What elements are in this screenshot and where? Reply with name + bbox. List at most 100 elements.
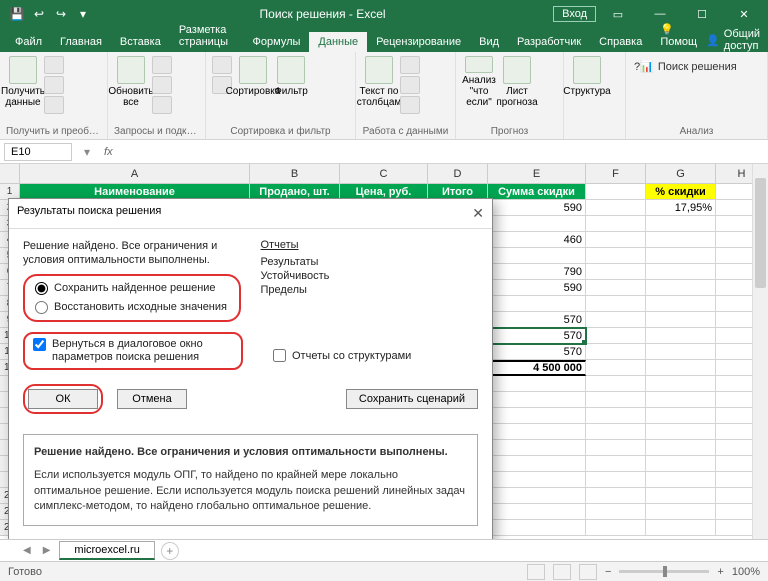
cell[interactable]: 590: [488, 280, 586, 296]
cell[interactable]: [646, 360, 716, 376]
zoom-slider[interactable]: [619, 570, 709, 573]
cell[interactable]: [488, 408, 586, 424]
cell[interactable]: [646, 248, 716, 264]
get-data-button[interactable]: Получить данные: [6, 56, 40, 108]
cell[interactable]: [586, 248, 646, 264]
view-break-icon[interactable]: [579, 564, 597, 580]
namebox-dropdown-icon[interactable]: ▾: [76, 145, 98, 159]
cell[interactable]: 570: [488, 344, 586, 360]
cell[interactable]: [646, 424, 716, 440]
flash-fill-icon[interactable]: [400, 56, 420, 74]
restore-values-radio[interactable]: [35, 301, 48, 314]
cell[interactable]: [646, 408, 716, 424]
cell[interactable]: [488, 376, 586, 392]
cell[interactable]: % скидки: [646, 184, 716, 200]
cell[interactable]: [646, 280, 716, 296]
cell[interactable]: 570: [488, 312, 586, 328]
tab-insert[interactable]: Вставка: [111, 32, 170, 52]
column-header[interactable]: G: [646, 164, 716, 184]
cell[interactable]: [586, 504, 646, 520]
tab-data[interactable]: Данные: [309, 32, 367, 52]
cell[interactable]: [646, 472, 716, 488]
from-web-icon[interactable]: [44, 76, 64, 94]
name-box[interactable]: [4, 143, 72, 161]
cell[interactable]: [586, 440, 646, 456]
cell[interactable]: [646, 504, 716, 520]
from-text-icon[interactable]: [44, 56, 64, 74]
cell[interactable]: [646, 376, 716, 392]
cell[interactable]: [586, 376, 646, 392]
close-icon[interactable]: ✕: [724, 0, 764, 28]
whatif-button[interactable]: Анализ "что если": [462, 56, 496, 108]
undo-icon[interactable]: ↩: [30, 5, 48, 23]
cell[interactable]: [586, 424, 646, 440]
view-layout-icon[interactable]: [553, 564, 571, 580]
column-header[interactable]: F: [586, 164, 646, 184]
save-icon[interactable]: 💾: [8, 5, 26, 23]
cell[interactable]: [586, 216, 646, 232]
from-table-icon[interactable]: [44, 96, 64, 114]
report-item[interactable]: Результаты: [261, 255, 479, 269]
cell[interactable]: [586, 488, 646, 504]
login-button[interactable]: Вход: [553, 6, 596, 22]
cell[interactable]: [586, 408, 646, 424]
column-header[interactable]: A: [20, 164, 250, 184]
cell[interactable]: 4 500 000: [488, 360, 586, 376]
sort-az-icon[interactable]: [212, 56, 232, 74]
text-to-columns-button[interactable]: Текст по столбцам: [362, 56, 396, 108]
cell[interactable]: [488, 424, 586, 440]
column-header[interactable]: B: [250, 164, 340, 184]
cell[interactable]: [586, 200, 646, 216]
cell[interactable]: [646, 312, 716, 328]
zoom-level[interactable]: 100%: [732, 566, 760, 578]
cell[interactable]: [488, 456, 586, 472]
redo-icon[interactable]: ↪: [52, 5, 70, 23]
tab-layout[interactable]: Разметка страницы: [170, 20, 244, 52]
select-all-corner[interactable]: [0, 164, 20, 184]
tab-view[interactable]: Вид: [470, 32, 508, 52]
cell[interactable]: [488, 248, 586, 264]
column-header[interactable]: C: [340, 164, 428, 184]
outline-reports-checkbox[interactable]: [273, 349, 286, 362]
fx-icon[interactable]: fx: [98, 146, 119, 158]
share-button[interactable]: 👤Общий доступ: [706, 28, 760, 52]
column-header[interactable]: D: [428, 164, 488, 184]
cell[interactable]: [586, 264, 646, 280]
cell[interactable]: [586, 232, 646, 248]
refresh-all-button[interactable]: Обновить все: [114, 56, 148, 108]
cell[interactable]: [488, 504, 586, 520]
ok-button[interactable]: ОК: [28, 389, 98, 409]
tab-tellme[interactable]: 💡 Помощ: [651, 19, 706, 52]
dialog-close-icon[interactable]: ✕: [472, 205, 484, 222]
cell[interactable]: [646, 232, 716, 248]
forecast-button[interactable]: Лист прогноза: [500, 56, 534, 108]
cell[interactable]: [586, 312, 646, 328]
data-valid-icon[interactable]: [400, 96, 420, 114]
cell[interactable]: [488, 472, 586, 488]
tab-file[interactable]: Файл: [6, 32, 51, 52]
cell[interactable]: 790: [488, 264, 586, 280]
cell[interactable]: [586, 392, 646, 408]
cell[interactable]: Сумма скидки: [488, 184, 586, 200]
cell[interactable]: [646, 264, 716, 280]
view-normal-icon[interactable]: [527, 564, 545, 580]
cell[interactable]: [646, 216, 716, 232]
cell[interactable]: [586, 296, 646, 312]
cell[interactable]: [586, 328, 646, 344]
cell[interactable]: [646, 344, 716, 360]
cell[interactable]: [586, 184, 646, 200]
cell[interactable]: [646, 296, 716, 312]
tab-nav-prev-icon[interactable]: ◀: [20, 545, 34, 556]
tab-formulas[interactable]: Формулы: [244, 32, 310, 52]
report-item[interactable]: Устойчивость: [261, 269, 479, 283]
cell[interactable]: [586, 344, 646, 360]
solver-button[interactable]: ?📊Поиск решения: [632, 56, 739, 77]
cell[interactable]: 570: [488, 328, 586, 344]
cell[interactable]: [488, 440, 586, 456]
remove-dup-icon[interactable]: [400, 76, 420, 94]
properties-icon[interactable]: [152, 76, 172, 94]
column-header[interactable]: E: [488, 164, 586, 184]
queries-icon[interactable]: [152, 56, 172, 74]
tab-review[interactable]: Рецензирование: [367, 32, 470, 52]
cell[interactable]: [586, 520, 646, 536]
